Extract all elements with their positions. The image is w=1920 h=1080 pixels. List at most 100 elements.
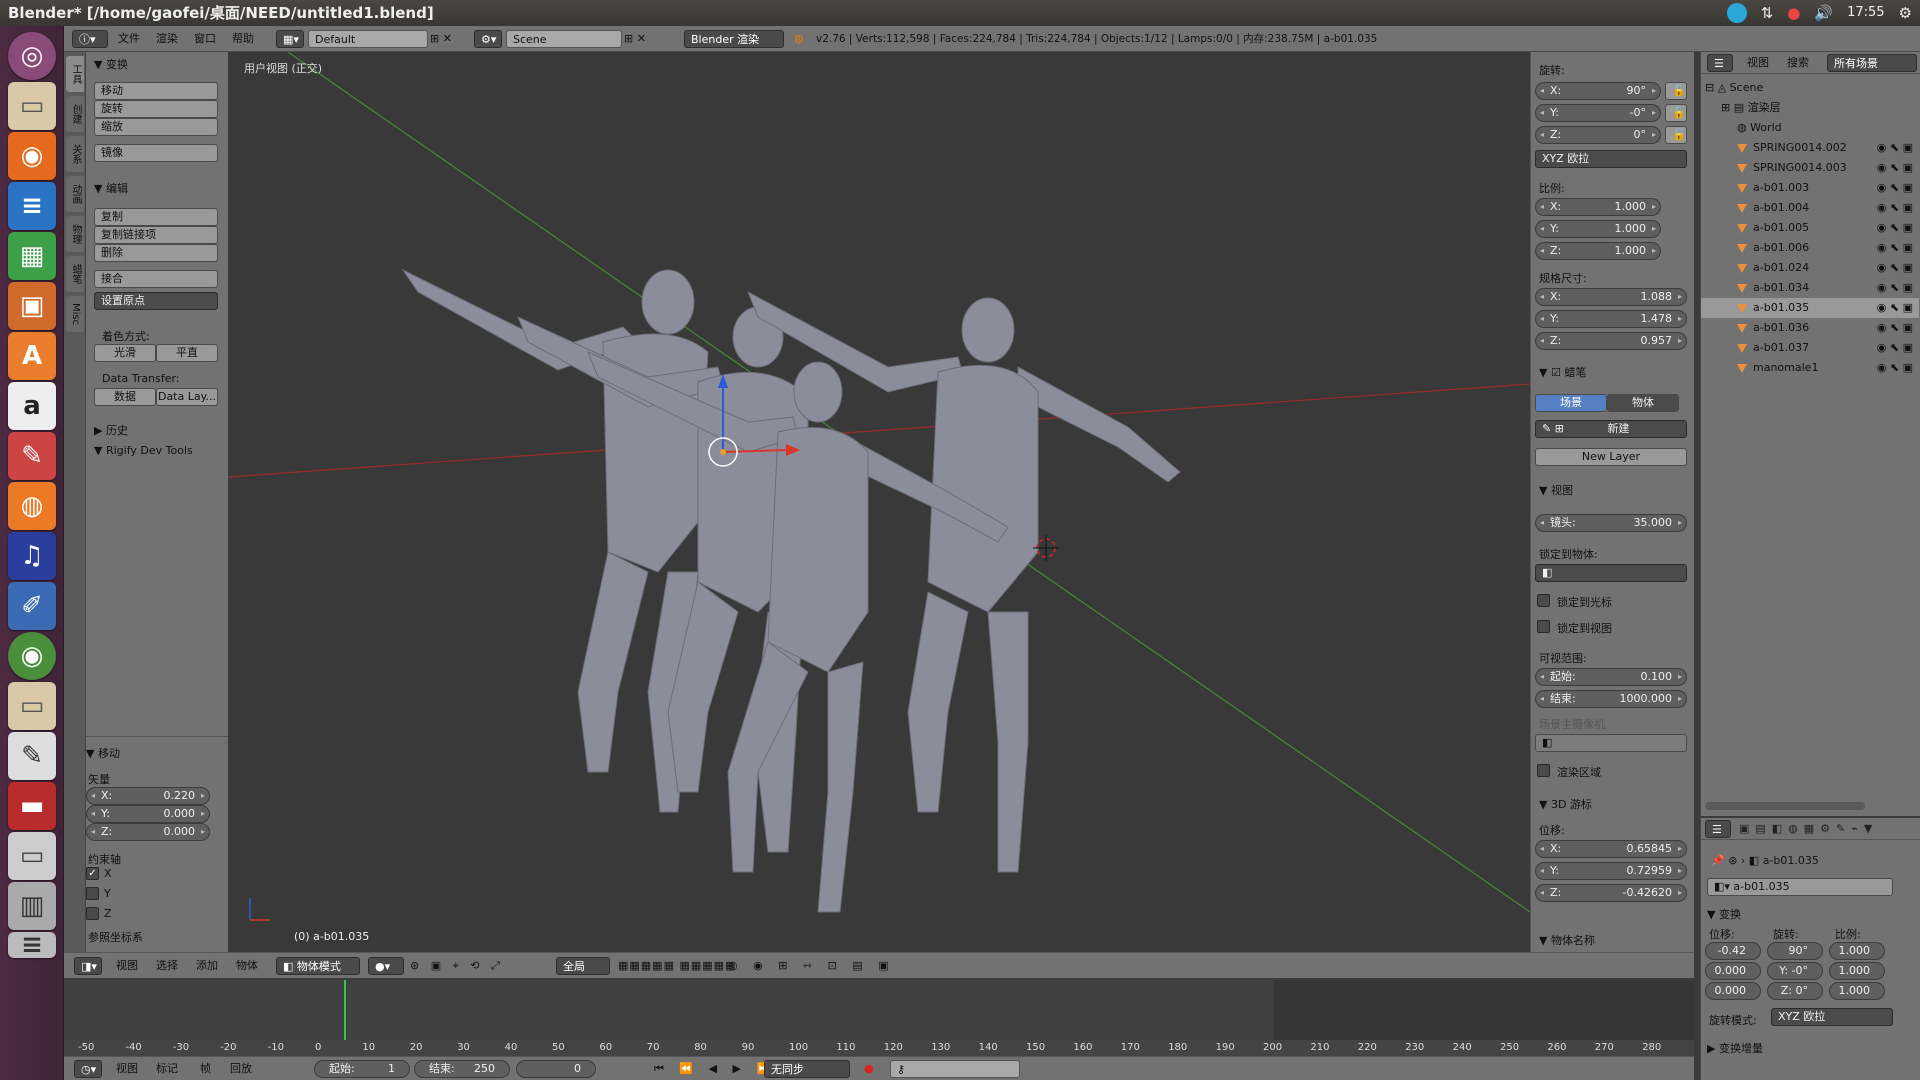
timeline-playback-menu[interactable]: 回放	[230, 1060, 252, 1078]
scale-z-field[interactable]: ◂ Z: 1.000 ▸	[1535, 242, 1661, 260]
tab-misc[interactable]: Misc	[66, 296, 84, 332]
scale-x-field[interactable]: ◂ X: 1.000 ▸	[1535, 198, 1661, 216]
keying-set-field[interactable]: ⚷	[890, 1060, 1020, 1078]
constraint-y-checkbox[interactable]	[86, 887, 99, 900]
rotation-mode-select[interactable]: XYZ 欧拉	[1535, 150, 1687, 168]
properties-editor-icon[interactable]: ☰	[1705, 820, 1731, 838]
tab-grease-pencil[interactable]: 蜡笔	[66, 256, 84, 292]
lock-view-checkbox[interactable]	[1537, 620, 1550, 633]
scene-icon[interactable]: ⚙▾	[474, 30, 502, 48]
data-button[interactable]: 数据	[94, 388, 156, 406]
obj-scl-y[interactable]: 1.000	[1829, 962, 1885, 980]
object-transform-header[interactable]: ▼ 变换	[1707, 906, 1741, 922]
screen-icon[interactable]: ▬	[8, 782, 56, 830]
visibility-icons[interactable]: ◉ ⬉ ▣	[1877, 198, 1913, 218]
outliner-world[interactable]: ◍ World	[1701, 118, 1919, 138]
object-menu[interactable]: 物体	[236, 957, 258, 975]
vector-z-field[interactable]: ◂ Z: 0.000 ▸	[86, 823, 210, 841]
writer-icon[interactable]: ≡	[8, 182, 56, 230]
blender-icon[interactable]: ◍	[8, 482, 56, 530]
volume-icon[interactable]: 🔊	[1814, 0, 1833, 26]
layout-field[interactable]: Default	[308, 30, 428, 48]
menu-file[interactable]: 文件	[118, 30, 140, 48]
visibility-icons[interactable]: ◉ ⬉ ▣	[1877, 158, 1913, 178]
menu-help[interactable]: 帮助	[232, 30, 254, 48]
add-menu[interactable]: 添加	[196, 957, 218, 975]
layout-icon[interactable]: ▦▾	[276, 30, 304, 48]
lock-icon[interactable]: 🔓	[1665, 82, 1687, 100]
delete-button[interactable]: 删除	[94, 244, 218, 262]
layout-add-icon[interactable]: ⊞ ✕	[430, 30, 452, 48]
rotation-z-field[interactable]: ◂ Z: 0° ▸	[1535, 126, 1661, 144]
outliner-view-menu[interactable]: 视图	[1747, 54, 1769, 72]
lens-field[interactable]: ◂ 镜头: 35.000 ▸	[1535, 514, 1687, 532]
shading-select[interactable]: ●▾	[368, 957, 404, 975]
outliner-object-row[interactable]: manomale1 ◉ ⬉ ▣	[1701, 358, 1919, 378]
files-icon[interactable]: ▭	[8, 82, 56, 130]
operator-header[interactable]: ▼ 移动	[86, 745, 120, 761]
visibility-icons[interactable]: ◉ ⬉ ▣	[1877, 358, 1913, 378]
impress-icon[interactable]: ▣	[8, 282, 56, 330]
end-frame-field[interactable]: 结束: 250	[414, 1060, 510, 1078]
history-header[interactable]: ▶ 历史	[94, 422, 128, 438]
firefox-icon[interactable]: ◉	[8, 132, 56, 180]
outliner-scene[interactable]: ⊟ ◬ Scene	[1701, 78, 1919, 98]
rigify-header[interactable]: ▼ Rigify Dev Tools	[94, 444, 193, 457]
lock-icon[interactable]: 🔓	[1665, 126, 1687, 144]
obj-rot-z[interactable]: Z: 0°	[1767, 982, 1823, 1000]
lock-object-field[interactable]: ◧	[1535, 564, 1687, 582]
tab-create[interactable]: 创建	[66, 96, 84, 132]
join-button[interactable]: 接合	[94, 270, 218, 288]
transform-header[interactable]: ▼ 变换	[94, 56, 128, 72]
view-menu[interactable]: 视图	[116, 957, 138, 975]
timeline-view-menu[interactable]: 视图	[116, 1060, 138, 1078]
info-editor-button[interactable]: ⓘ▾	[72, 30, 108, 48]
files2-icon[interactable]: ▭	[8, 682, 56, 730]
mode-select[interactable]: ◧ 物体模式	[276, 957, 360, 975]
render-engine-select[interactable]: Blender 渲染	[684, 30, 784, 48]
grease-pencil-header[interactable]: ▼ ☑ 蜡笔	[1539, 364, 1586, 380]
gp-new-button[interactable]: ✎ ⊞ 新建	[1535, 420, 1687, 438]
settings-icon[interactable]: ✎	[8, 432, 56, 480]
rotation-x-field[interactable]: ◂ X: 90° ▸	[1535, 82, 1661, 100]
constraint-z-checkbox[interactable]	[86, 907, 99, 920]
calc-icon[interactable]: ▦	[8, 232, 56, 280]
outliner-object-row[interactable]: a-b01.035 ◉ ⬉ ▣	[1701, 298, 1919, 318]
visibility-icons[interactable]: ◉ ⬉ ▣	[1877, 138, 1913, 158]
outliner-object-row[interactable]: a-b01.004 ◉ ⬉ ▣	[1701, 198, 1919, 218]
flat-button[interactable]: 平直	[156, 344, 218, 362]
current-frame-field[interactable]: 0	[516, 1060, 596, 1078]
rotation-y-field[interactable]: ◂ Y: -0° ▸	[1535, 104, 1661, 122]
text-editor-icon[interactable]: ✎	[8, 732, 56, 780]
mirror-button[interactable]: 镜像	[94, 144, 218, 162]
visibility-icons[interactable]: ◉ ⬉ ▣	[1877, 278, 1913, 298]
timeline[interactable]: -50 -40 -30 -20 -10 0 10 20 30 40 50 60 70 80 90 100 110…	[64, 980, 1694, 1056]
tab-animation[interactable]: 动画	[66, 176, 84, 212]
timeline-marker-menu[interactable]: 标记	[156, 1060, 178, 1078]
duplicate-linked-button[interactable]: 复制链接项	[94, 226, 218, 244]
dim-y-field[interactable]: ◂ Y: 1.478 ▸	[1535, 310, 1687, 328]
more-icon[interactable]: ≡	[8, 930, 56, 960]
visibility-icons[interactable]: ◉ ⬉ ▣	[1877, 318, 1913, 338]
tab-tools[interactable]: 工具	[66, 56, 84, 92]
scale-y-field[interactable]: ◂ Y: 1.000 ▸	[1535, 220, 1661, 238]
lock-cursor-checkbox[interactable]	[1537, 594, 1550, 607]
vector-y-field[interactable]: ◂ Y: 0.000 ▸	[86, 805, 210, 823]
obj-loc-z[interactable]: 0.000	[1705, 982, 1761, 1000]
obj-loc-y[interactable]: 0.000	[1705, 962, 1761, 980]
3d-viewport[interactable]: 用户视图 (正交) (0) a-b01.035	[228, 52, 1530, 960]
outliner-object-row[interactable]: SPRING0014.003 ◉ ⬉ ▣	[1701, 158, 1919, 178]
properties-context-icons[interactable]: ▣▤◧◍▦⚙✎⌁▼	[1739, 820, 1878, 838]
network-icon[interactable]: ⇅	[1761, 0, 1774, 26]
gp-object-tab[interactable]: 物体	[1607, 394, 1679, 412]
outliner-object-row[interactable]: a-b01.034 ◉ ⬉ ▣	[1701, 278, 1919, 298]
outliner-object-row[interactable]: a-b01.006 ◉ ⬉ ▣	[1701, 238, 1919, 258]
outliner-display-select[interactable]: 所有场景	[1827, 54, 1917, 72]
outliner-object-row[interactable]: SPRING0014.002 ◉ ⬉ ▣	[1701, 138, 1919, 158]
timeline-editor-icon[interactable]: ◷▾	[74, 1060, 102, 1078]
clock[interactable]: 17:55	[1847, 0, 1884, 26]
outliner-object-row[interactable]: a-b01.037 ◉ ⬉ ▣	[1701, 338, 1919, 358]
set-origin-button[interactable]: 设置原点	[94, 292, 218, 310]
menu-window[interactable]: 窗口	[194, 30, 216, 48]
editor-icon[interactable]: ✐	[8, 582, 56, 630]
